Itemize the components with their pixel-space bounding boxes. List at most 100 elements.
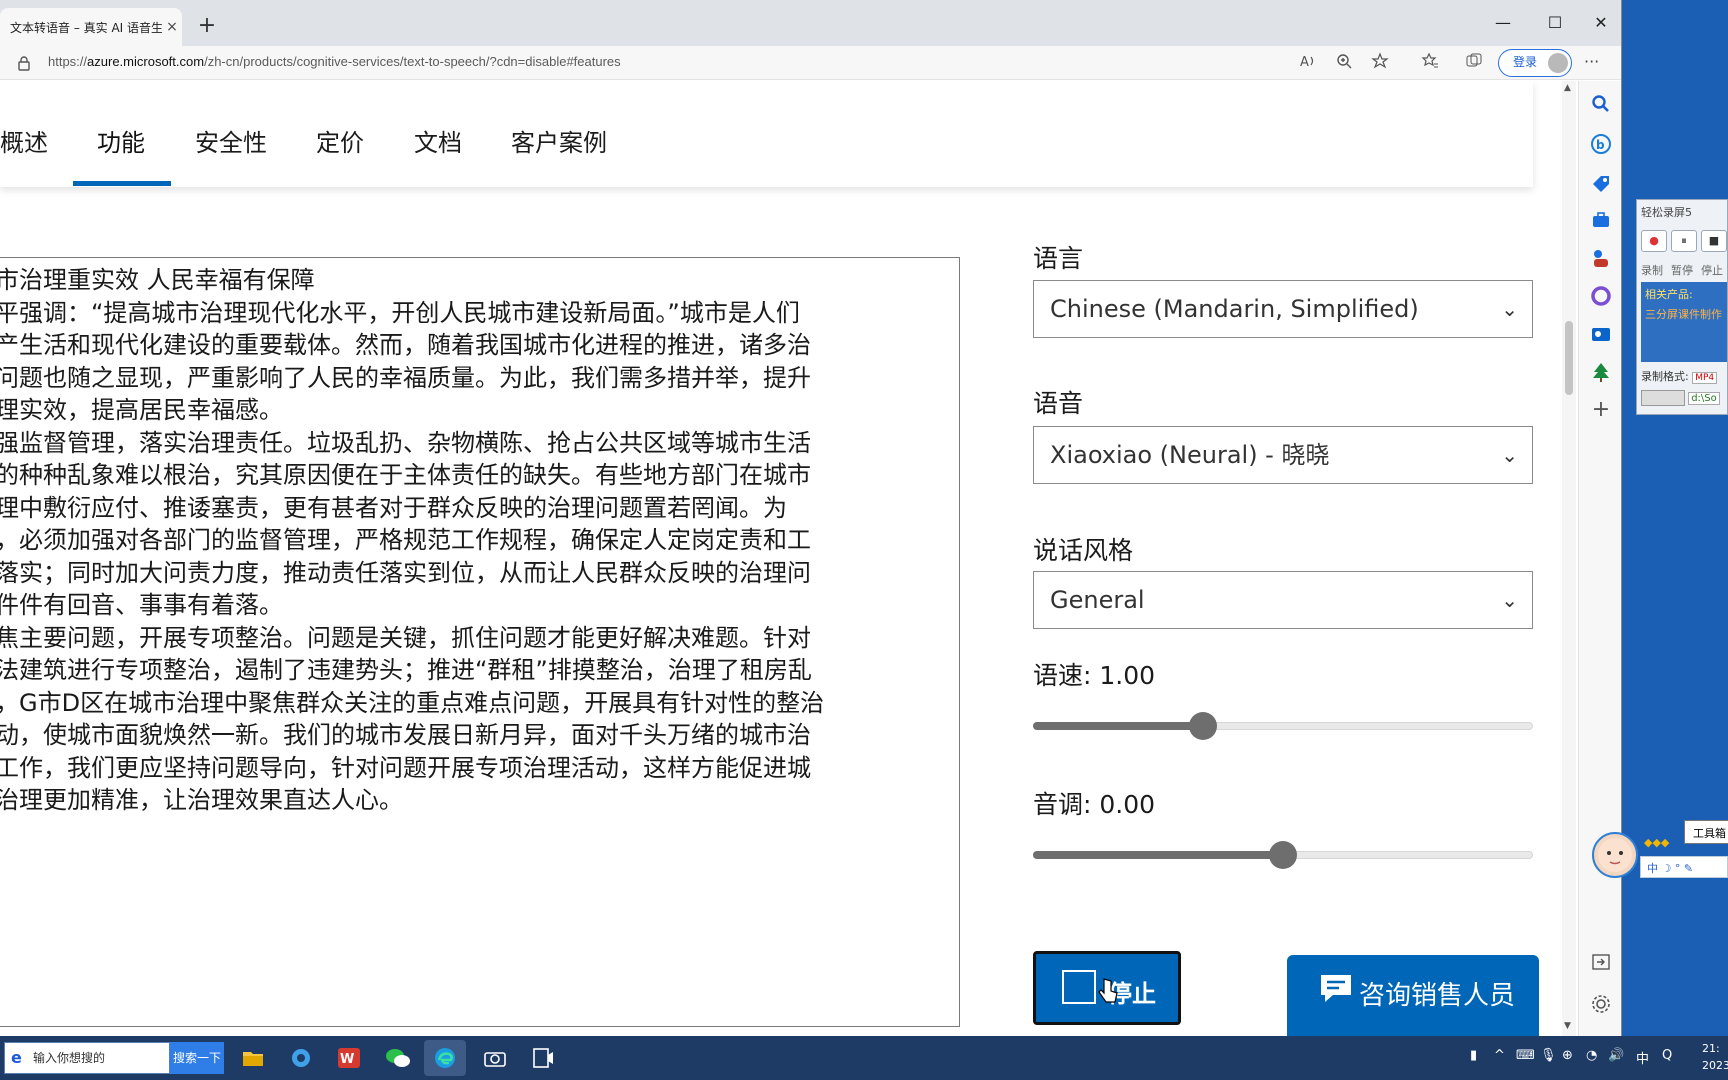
zoom-icon[interactable] bbox=[1332, 52, 1356, 76]
url-field[interactable]: https://azure.microsoft.com/zh-cn/produc… bbox=[48, 54, 621, 69]
games-icon[interactable] bbox=[1590, 247, 1612, 269]
sidebar-collapse-icon[interactable] bbox=[1590, 951, 1612, 973]
tray-network-icon[interactable]: ◔ bbox=[1586, 1048, 1597, 1063]
add-favorite-icon[interactable] bbox=[1368, 52, 1392, 76]
tab-customer-stories[interactable]: 客户案例 bbox=[511, 123, 607, 158]
lock-icon[interactable] bbox=[16, 55, 32, 71]
tray-volume-icon[interactable]: 🔊 bbox=[1608, 1048, 1624, 1063]
tree-icon[interactable] bbox=[1590, 361, 1612, 383]
maximize-button[interactable]: ☐ bbox=[1532, 8, 1578, 38]
contact-sales-button[interactable]: 咨询销售人员 bbox=[1287, 955, 1539, 1036]
scroll-up-icon[interactable]: ▲ bbox=[1564, 83, 1571, 93]
tools-icon[interactable] bbox=[1590, 209, 1612, 231]
scrollbar-thumb[interactable] bbox=[1565, 321, 1573, 395]
pause-button[interactable]: ⏸ bbox=[1671, 230, 1697, 252]
tab-security[interactable]: 安全性 bbox=[195, 123, 267, 158]
pitch-slider[interactable] bbox=[1033, 841, 1533, 869]
address-bar: https://azure.microsoft.com/zh-cn/produc… bbox=[0, 46, 1621, 80]
read-aloud-icon[interactable]: A bbox=[1296, 52, 1320, 76]
tray-battery-icon[interactable]: ▮ bbox=[1470, 1048, 1477, 1063]
record-button[interactable]: ● bbox=[1641, 230, 1667, 252]
save-path[interactable]: d:\So bbox=[1688, 392, 1720, 405]
tray-q-icon[interactable]: Q bbox=[1662, 1048, 1672, 1063]
page-scrollbar[interactable]: ▲ ▼ bbox=[1562, 81, 1576, 1036]
text-line: 工作，我们更应坚持问题导向，针对问题开展专项治理活动，这样方能促进城 bbox=[0, 753, 811, 782]
login-button[interactable]: 登录 bbox=[1498, 49, 1572, 77]
tray-chevron-up-icon[interactable]: ^ bbox=[1494, 1048, 1505, 1063]
slider-thumb[interactable] bbox=[1189, 712, 1217, 740]
office-icon[interactable] bbox=[1590, 285, 1612, 307]
outlook-icon[interactable] bbox=[1590, 323, 1612, 345]
tab-features[interactable]: 功能 bbox=[97, 123, 145, 158]
taskbar-clock[interactable]: 21: 2023 bbox=[1702, 1040, 1728, 1074]
text-line: ，G市D区在城市治理中聚焦群众关注的重点难点问题，开展具有针对性的整治 bbox=[0, 688, 825, 717]
voice-value: Xiaoxiao (Neural) - 晓晓 bbox=[1050, 441, 1330, 469]
related-products-panel[interactable]: 相关产品: 三分屏课件制作 bbox=[1641, 282, 1727, 362]
text-line: 市治理重实效 人民幸福有保障 bbox=[0, 266, 315, 294]
favorites-icon[interactable] bbox=[1418, 52, 1442, 76]
text-line: 治理更加精准，让治理效果直达人心。 bbox=[0, 786, 403, 814]
assistant-avatar[interactable] bbox=[1592, 832, 1638, 878]
collections-icon[interactable] bbox=[1462, 52, 1486, 76]
tray-keyboard-icon[interactable]: ⌨ bbox=[1516, 1048, 1535, 1063]
more-menu-icon[interactable]: ··· bbox=[1584, 52, 1599, 71]
taskbar-wechat[interactable] bbox=[376, 1040, 418, 1076]
taskbar-camera-app[interactable] bbox=[474, 1040, 516, 1076]
promo-item[interactable]: 三分屏课件制作 bbox=[1645, 306, 1727, 322]
tab-pricing[interactable]: 定价 bbox=[316, 123, 364, 158]
language-value: Chinese (Mandarin, Simplified) bbox=[1050, 295, 1419, 323]
text-line: 平强调：“提高城市治理现代化水平，开创人民城市建设新局面。”城市是人们 bbox=[0, 298, 800, 327]
tray-ime-lang[interactable]: 中 bbox=[1636, 1048, 1649, 1067]
voice-select[interactable]: Xiaoxiao (Neural) - 晓晓 ⌄ bbox=[1033, 426, 1533, 484]
tray-mic-icon[interactable]: 🎙 bbox=[1540, 1048, 1557, 1063]
minimize-button[interactable]: — bbox=[1480, 8, 1526, 38]
rate-label: 语速: 1.00 bbox=[1033, 661, 1156, 690]
slider-thumb[interactable] bbox=[1269, 841, 1297, 869]
browser-window: 文本转语音 – 真实 AI 语音生 × + — ☐ ✕ https://azur… bbox=[0, 0, 1622, 1036]
svg-text:b: b bbox=[1596, 138, 1605, 152]
record-label: 录制 bbox=[1641, 264, 1663, 277]
stop-record-button[interactable]: ■ bbox=[1701, 230, 1727, 252]
rate-slider[interactable] bbox=[1033, 712, 1533, 740]
taskbar-app-settings[interactable] bbox=[280, 1040, 322, 1076]
text-line: 产生活和现代化建设的重要载体。然而，随着我国城市化进程的推进，诸多治 bbox=[0, 331, 811, 359]
taskbar-wps[interactable]: W bbox=[328, 1040, 370, 1076]
tts-text-input[interactable]: 市治理重实效 人民幸福有保障平强调：“提高城市治理现代化水平，开创人民城市建设新… bbox=[0, 257, 960, 1027]
tab-docs[interactable]: 文档 bbox=[414, 123, 462, 158]
scroll-down-icon[interactable]: ▼ bbox=[1564, 1021, 1571, 1031]
language-select[interactable]: Chinese (Mandarin, Simplified) ⌄ bbox=[1033, 280, 1533, 338]
taskbar-file-explorer[interactable] bbox=[232, 1040, 274, 1076]
svg-text:A: A bbox=[1300, 55, 1309, 70]
wps-icon: W bbox=[338, 1048, 360, 1068]
chevron-down-icon: ⌄ bbox=[1501, 297, 1518, 321]
shopping-tag-icon[interactable] bbox=[1590, 173, 1612, 195]
promo-title: 相关产品: bbox=[1645, 288, 1693, 301]
browser-tab[interactable]: 文本转语音 – 真实 AI 语音生 × bbox=[0, 8, 182, 46]
tray-plus-icon[interactable]: ⊕ bbox=[1562, 1048, 1573, 1063]
taskbar-search-button[interactable]: 搜索一下 bbox=[170, 1042, 224, 1074]
format-select[interactable]: MP4 bbox=[1692, 372, 1718, 384]
speaking-style-select[interactable]: General ⌄ bbox=[1033, 571, 1533, 629]
ime-toolbar[interactable]: 中 ☽ ° ✎ bbox=[1640, 856, 1728, 878]
text-line: 强监督管理，落实治理责任。垃圾乱扔、杂物横陈、抢占公共区域等城市生活 bbox=[0, 428, 811, 457]
camera-icon bbox=[484, 1052, 506, 1067]
voice-label: 语音 bbox=[1033, 389, 1084, 418]
add-icon[interactable]: + bbox=[1590, 399, 1612, 421]
settings-gear-icon[interactable] bbox=[1590, 993, 1612, 1015]
taskbar-recorder[interactable] bbox=[522, 1040, 564, 1076]
tab-close-icon[interactable]: × bbox=[162, 19, 182, 35]
tab-overview[interactable]: 概述 bbox=[0, 123, 48, 158]
bing-icon[interactable]: b bbox=[1590, 133, 1612, 155]
chevron-down-icon: ⌄ bbox=[1501, 588, 1518, 612]
taskbar-edge[interactable] bbox=[424, 1040, 466, 1076]
recorder-icon bbox=[533, 1048, 553, 1068]
new-tab-button[interactable]: + bbox=[192, 12, 222, 42]
save-icon[interactable] bbox=[1641, 390, 1685, 406]
gear-app-icon bbox=[292, 1049, 310, 1067]
language-label: 语言 bbox=[1033, 244, 1084, 273]
search-icon[interactable] bbox=[1590, 93, 1612, 115]
close-window-button[interactable]: ✕ bbox=[1578, 8, 1621, 38]
taskbar-search-input[interactable]: e 输入你想搜的 bbox=[4, 1042, 170, 1074]
clock-date: 2023 bbox=[1702, 1059, 1728, 1072]
login-label: 登录 bbox=[1513, 55, 1538, 69]
